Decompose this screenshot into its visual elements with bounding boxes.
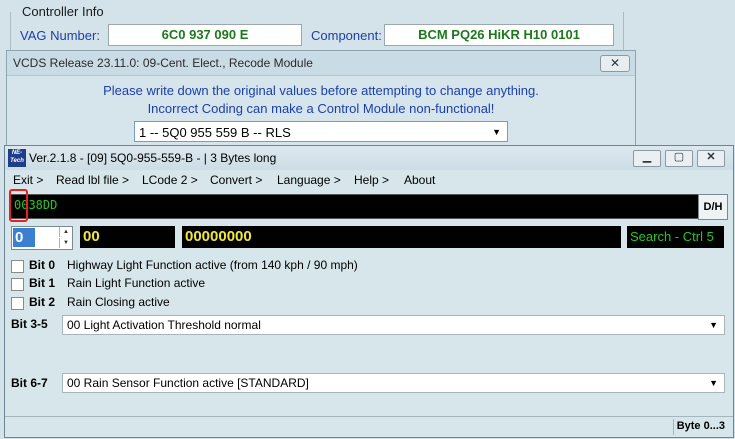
byte-index-stepper[interactable]: 0 ▲ ▼	[11, 226, 73, 250]
bit-description: Highway Light Function active (from 140 …	[67, 258, 358, 272]
bit35-label: Bit 3-5	[11, 317, 48, 331]
cursor-highlight-marker	[9, 189, 28, 222]
bit-row: Bit 2 Rain Closing active	[11, 294, 411, 312]
recode-title-bar: VCDS Release 23.11.0: 09-Cent. Elect., R…	[7, 51, 635, 76]
bit2-checkbox[interactable]	[11, 297, 24, 310]
module-select-dropdown[interactable]: 1 -- 5Q0 955 559 B -- RLS ▼	[134, 121, 508, 142]
warning-line-1: Please write down the original values be…	[103, 83, 539, 98]
menu-exit[interactable]: Exit >	[13, 173, 43, 187]
minimize-icon[interactable]: ▁	[633, 150, 661, 167]
bit67-dropdown[interactable]: 00 Rain Sensor Function active [STANDARD…	[62, 373, 725, 393]
app-logo-icon: NE-Tech	[8, 149, 26, 167]
status-divider	[673, 419, 674, 435]
byte-index-value[interactable]: 0	[13, 228, 35, 247]
bit67-label: Bit 6-7	[11, 376, 48, 390]
close-window-icon[interactable]: ✕	[697, 150, 725, 167]
coding-helper-window: NE-Tech Ver.2.1.8 - [09] 5Q0-955-559-B -…	[4, 145, 734, 438]
vag-number-field[interactable]: 6C0 937 090 E	[108, 24, 302, 46]
recode-module-window: VCDS Release 23.11.0: 09-Cent. Elect., R…	[6, 50, 636, 152]
binary-byte-field[interactable]: 00000000	[182, 226, 621, 248]
component-field[interactable]: BCM PQ26 HiKR H10 0101	[384, 24, 614, 46]
main-title-bar: NE-Tech Ver.2.1.8 - [09] 5Q0-955-559-B -…	[5, 146, 733, 170]
main-window-title: Ver.2.1.8 - [09] 5Q0-955-559-B - | 3 Byt…	[29, 151, 277, 165]
menu-bar: Exit > Read lbl file > LCode 2 > Convert…	[5, 170, 733, 190]
bit35-value: 00 Light Activation Threshold normal	[67, 318, 261, 332]
bit-row: Bit 1 Rain Light Function active	[11, 275, 411, 293]
chevron-down-icon: ▼	[492, 127, 501, 137]
maximize-icon[interactable]: ▢	[665, 150, 693, 167]
dec-hex-toggle-button[interactable]: D/H	[698, 194, 728, 220]
menu-help[interactable]: Help >	[354, 173, 389, 187]
byte-range-status: Byte 0...3	[676, 420, 725, 432]
chevron-down-icon: ▼	[709, 378, 718, 388]
search-field[interactable]: Search - Ctrl 5	[627, 226, 724, 248]
chevron-down-icon[interactable]: ▼	[59, 238, 72, 248]
hex-byte-field[interactable]: 00	[80, 226, 175, 248]
bit-description: Rain Closing active	[67, 295, 170, 309]
chevron-down-icon: ▼	[709, 320, 718, 330]
bit35-dropdown[interactable]: 00 Light Activation Threshold normal ▼	[62, 315, 725, 335]
close-icon[interactable]: ✕	[600, 55, 630, 72]
menu-convert[interactable]: Convert >	[210, 173, 262, 187]
menu-lcode[interactable]: LCode 2 >	[142, 173, 198, 187]
status-bar: Byte 0...3	[5, 416, 733, 437]
controller-info-title: Controller Info	[20, 4, 106, 19]
chevron-up-icon[interactable]: ▲	[59, 227, 72, 237]
bit-row: Bit 0 Highway Light Function active (fro…	[11, 257, 411, 275]
bit-label: Bit 0	[29, 258, 56, 272]
bit1-checkbox[interactable]	[11, 278, 24, 291]
recode-window-title: VCDS Release 23.11.0: 09-Cent. Elect., R…	[13, 56, 313, 70]
component-label: Component:	[311, 28, 382, 43]
bit-description: Rain Light Function active	[67, 276, 206, 290]
menu-language[interactable]: Language >	[277, 173, 341, 187]
bit-label: Bit 2	[29, 295, 56, 309]
menu-read-lbl-file[interactable]: Read lbl file >	[56, 173, 129, 187]
menu-about[interactable]: About	[404, 173, 435, 187]
bit0-checkbox[interactable]	[11, 260, 24, 273]
module-select-value: 1 -- 5Q0 955 559 B -- RLS	[139, 125, 291, 140]
vag-number-label: VAG Number:	[20, 28, 100, 43]
bit-label: Bit 1	[29, 276, 56, 290]
coding-input[interactable]: 0038DD	[9, 194, 699, 219]
bit67-value: 00 Rain Sensor Function active [STANDARD…	[67, 376, 309, 390]
warning-line-2: Incorrect Coding can make a Control Modu…	[147, 101, 495, 116]
